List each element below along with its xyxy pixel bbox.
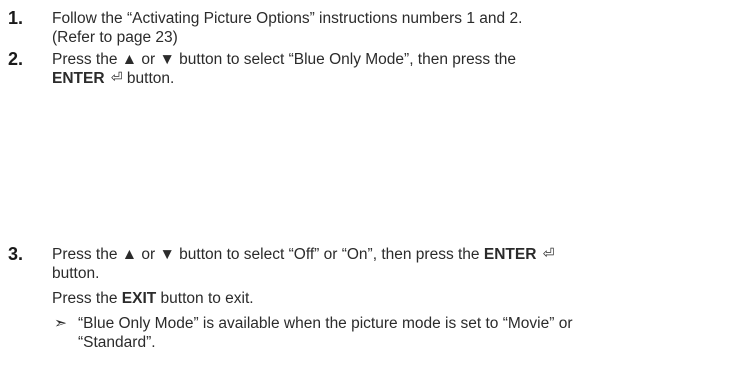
step-number: 2. <box>8 49 24 69</box>
exit-text-post: button to exit. <box>156 290 254 307</box>
enter-icon: ⏎ <box>542 245 555 261</box>
step-line: Press the ▲ or ▼ button to select “Blue … <box>52 51 517 68</box>
step-line-tail: button. <box>122 70 175 87</box>
step-number: 3. <box>8 244 24 264</box>
note-line: “Blue Only Mode” is available when the p… <box>78 315 573 332</box>
step-line: Follow the “Activating Picture Options” … <box>52 10 523 27</box>
step-text: Follow the “Activating Picture Options” … <box>52 9 722 47</box>
enter-button-label: ENTER <box>483 246 537 263</box>
step-number: 1. <box>8 8 24 28</box>
note-line: “Standard”. <box>78 334 156 351</box>
manual-page: 1. Follow the “Activating Picture Option… <box>0 0 732 377</box>
enter-button-label: ENTER <box>52 70 105 87</box>
exit-button-label: EXIT <box>121 290 157 307</box>
step-text: Press the ▲ or ▼ button to select “Blue … <box>52 50 722 88</box>
note-arrow-icon: ➣ <box>54 315 67 332</box>
exit-text-pre: Press the <box>52 290 122 307</box>
exit-instruction: Press the EXIT button to exit. <box>52 289 722 308</box>
enter-icon: ⏎ <box>110 69 123 85</box>
note: ➣ “Blue Only Mode” is available when the… <box>52 314 722 352</box>
step-line: (Refer to page 23) <box>52 29 178 46</box>
step-line: Press the ▲ or ▼ button to select “Off” … <box>52 245 722 264</box>
step-line: button. <box>52 265 100 282</box>
step-line-text: Press the ▲ or ▼ button to select “Off” … <box>52 246 484 263</box>
step-text: Press the ▲ or ▼ button to select “Off” … <box>52 245 722 352</box>
step-line: ENTER ⏎ button. <box>52 69 722 88</box>
